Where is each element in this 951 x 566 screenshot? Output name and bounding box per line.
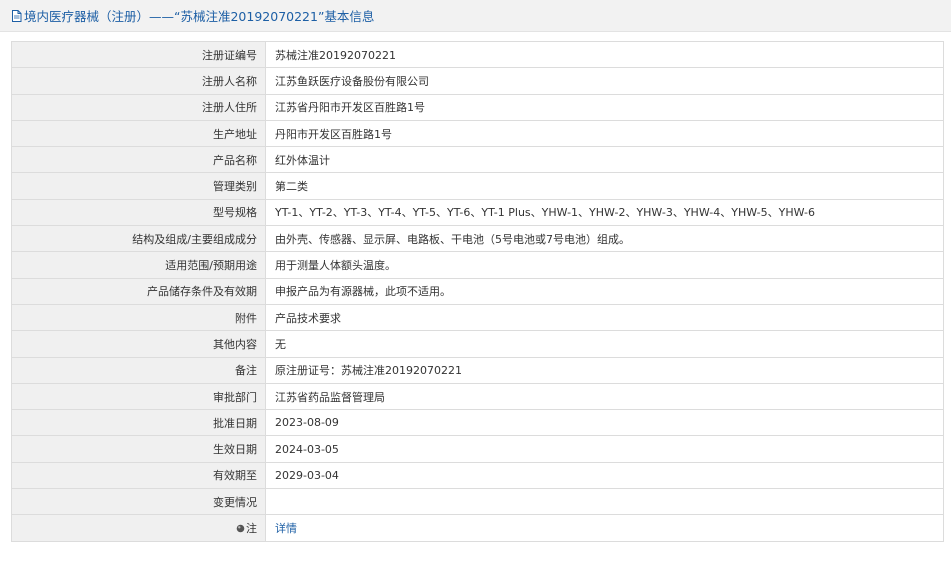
field-label: 注册证编号 bbox=[11, 40, 266, 69]
field-value: YT-1、YT-2、YT-3、YT-4、YT-5、YT-6、YT-1 Plus、… bbox=[265, 198, 944, 227]
table-row-change-status: 变更情况 bbox=[11, 488, 944, 516]
table-row-production-address: 生产地址 丹阳市开发区百胜路1号 bbox=[11, 119, 944, 148]
table-row-note: 注 详情 bbox=[11, 514, 944, 542]
field-value: 由外壳、传感器、显示屏、电路板、干电池（5号电池或7号电池）组成。 bbox=[265, 225, 944, 253]
table-row-reg-no: 注册证编号 苏械注准20192070221 bbox=[11, 40, 944, 69]
table-row-other: 其他内容无 bbox=[11, 330, 944, 358]
field-label: 变更情况 bbox=[11, 488, 266, 516]
field-label: 注册人名称 bbox=[11, 67, 266, 95]
field-value: 苏械注准20192070221 bbox=[265, 40, 944, 69]
table-row-registrant: 注册人名称 江苏鱼跃医疗设备股份有限公司 bbox=[11, 67, 944, 95]
info-table-container: 注册证编号 苏械注准20192070221 注册人名称 江苏鱼跃医疗设备股份有限公司注… bbox=[11, 40, 944, 542]
table-row-registrant-address: 注册人住所 江苏省丹阳市开发区百胜路1号 bbox=[11, 93, 944, 121]
table-row-storage: 产品储存条件及有效期 申报产品为有源器械，此项不适用。 bbox=[11, 277, 944, 305]
field-value: 江苏鱼跃医疗设备股份有限公司 bbox=[265, 67, 944, 95]
table-row-approval-dept: 审批部门 江苏省药品监督管理局 bbox=[11, 382, 944, 411]
field-label: 管理类别 bbox=[11, 172, 266, 200]
field-value: 江苏省药品监督管理局 bbox=[265, 382, 944, 411]
field-value: 江苏省丹阳市开发区百胜路1号 bbox=[265, 93, 944, 121]
table-row-attachment: 附件 产品技术要求 bbox=[11, 303, 944, 332]
field-value: 用于测量人体额头温度。 bbox=[265, 251, 944, 279]
info-table: 注册证编号 苏械注准20192070221 注册人名称 江苏鱼跃医疗设备股份有限公司注… bbox=[11, 40, 944, 542]
field-label: 产品名称 bbox=[11, 146, 266, 174]
field-label: 适用范围/预期用途 bbox=[11, 251, 266, 279]
details-link[interactable]: 详情 bbox=[275, 522, 297, 535]
field-value: 红外体温计 bbox=[265, 146, 944, 174]
field-value bbox=[265, 488, 944, 516]
field-value: 产品技术要求 bbox=[265, 303, 944, 332]
table-row-intended-use: 适用范围/预期用途 用于测量人体额头温度。 bbox=[11, 251, 944, 279]
field-value: 原注册证号：苏械注准20192070221 bbox=[265, 356, 944, 384]
field-label: 注册人住所 bbox=[11, 93, 266, 121]
document-icon bbox=[11, 9, 22, 22]
field-value: 丹阳市开发区百胜路1号 bbox=[265, 119, 944, 148]
field-label: 产品储存条件及有效期 bbox=[11, 277, 266, 305]
note-value-cell: 详情 bbox=[265, 514, 944, 542]
table-row-expiry-date: 有效期至 2029-03-04 bbox=[11, 461, 944, 490]
field-label: 生效日期 bbox=[11, 435, 266, 463]
field-label: 其他内容 bbox=[11, 330, 266, 358]
field-label: 附件 bbox=[11, 303, 266, 332]
note-label-cell: 注 bbox=[11, 514, 266, 542]
table-row-models: 型号规格 YT-1、YT-2、YT-3、YT-4、YT-5、YT-6、YT-1 P… bbox=[11, 198, 944, 227]
field-label: 备注 bbox=[11, 356, 266, 384]
table-row-effective-date: 生效日期 2024-03-05 bbox=[11, 435, 944, 463]
field-value: 无 bbox=[265, 330, 944, 358]
field-value: 2024-03-05 bbox=[265, 435, 944, 463]
page-header: 境内医疗器械（注册）——“苏械注准20192070221”基本信息 bbox=[0, 0, 951, 32]
table-row-approval-date: 批准日期 2023-08-09 bbox=[11, 409, 944, 437]
field-label: 有效期至 bbox=[11, 461, 266, 490]
page-title: 境内医疗器械（注册）——“苏械注准20192070221”基本信息 bbox=[24, 9, 375, 24]
field-label: 审批部门 bbox=[11, 382, 266, 411]
table-row-composition: 结构及组成/主要组成成分 由外壳、传感器、显示屏、电路板、干电池（5号电池或7号电… bbox=[11, 225, 944, 253]
field-value: 第二类 bbox=[265, 172, 944, 200]
note-label: 注 bbox=[246, 521, 257, 535]
field-value: 2023-08-09 bbox=[265, 409, 944, 437]
note-icon bbox=[236, 523, 245, 533]
field-value: 2029-03-04 bbox=[265, 461, 944, 490]
table-row-remarks: 备注 原注册证号：苏械注准20192070221 bbox=[11, 356, 944, 384]
field-label: 批准日期 bbox=[11, 409, 266, 437]
field-label: 结构及组成/主要组成成分 bbox=[11, 225, 266, 253]
field-value: 申报产品为有源器械，此项不适用。 bbox=[265, 277, 944, 305]
table-row-category: 管理类别 第二类 bbox=[11, 172, 944, 200]
field-label: 型号规格 bbox=[11, 198, 266, 227]
table-row-product-name: 产品名称 红外体温计 bbox=[11, 146, 944, 174]
field-label: 生产地址 bbox=[11, 119, 266, 148]
